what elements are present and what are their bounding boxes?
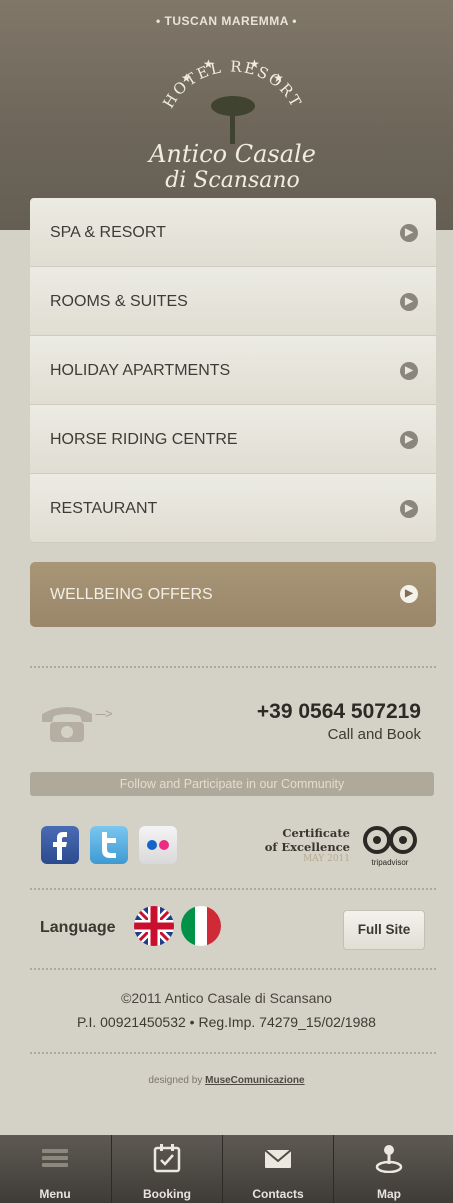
menu-item-horse-riding-centre[interactable]: HORSE RIDING CENTRE ▶ [30, 405, 436, 474]
mobile-page: • TUSCAN MAREMMA • HOTEL RESORT ★ ★ ★ ★ [0, 0, 453, 1203]
designer-link[interactable]: MuseComunicazione [205, 1075, 304, 1086]
divider [30, 968, 436, 970]
svg-text:★: ★ [249, 57, 260, 71]
tab-contacts[interactable]: Contacts [222, 1135, 333, 1203]
svg-text:★: ★ [203, 57, 214, 71]
italy-flag-button[interactable] [181, 906, 221, 946]
menu-item-label: SPA & RESORT [50, 224, 166, 241]
designer-credit: designed by MuseComunicazione [0, 1075, 453, 1086]
hotel-logo[interactable]: HOTEL RESORT ★ ★ ★ ★ Antico Casale di Sc… [145, 48, 320, 193]
tagline: • TUSCAN MAREMMA • [156, 14, 297, 28]
certificate-date: MAY 2011 [302, 854, 350, 864]
certificate-line1: Certificate [282, 826, 350, 840]
menu-item-label: ROOMS & SUITES [50, 293, 188, 310]
twitter-button[interactable] [90, 826, 128, 864]
community-banner: Follow and Participate in our Community [30, 772, 434, 796]
phone-arrow: ---> [95, 706, 113, 721]
tab-label: Menu [39, 1187, 71, 1201]
tab-menu[interactable]: Menu [0, 1135, 110, 1203]
divider [30, 1052, 436, 1054]
call-and-book-label[interactable]: Call and Book [328, 726, 421, 743]
certificate-line2: of Excellence [264, 840, 350, 854]
designed-by-label: designed by [148, 1075, 203, 1086]
chevron-right-icon: ▶ [400, 362, 418, 380]
copyright: ©2011 Antico Casale di Scansano [121, 990, 332, 1006]
flickr-icon [147, 840, 169, 850]
envelope-icon [264, 1149, 292, 1168]
divider [30, 666, 436, 668]
menu-item-label: HOLIDAY APARTMENTS [50, 362, 231, 379]
logo-name-line2: di Scansano [165, 168, 300, 193]
svg-text:★: ★ [181, 71, 192, 85]
chevron-right-icon: ▶ [400, 224, 418, 242]
tripadvisor-owl-icon[interactable]: tripadvisor [358, 822, 422, 868]
tab-label: Booking [143, 1187, 191, 1201]
main-menu: SPA & RESORT ▶ ROOMS & SUITES ▶ HOLIDAY … [30, 198, 436, 543]
tab-label: Contacts [252, 1187, 304, 1201]
menu-item-label: HORSE RIDING CENTRE [50, 431, 238, 448]
menu-item-holiday-apartments[interactable]: HOLIDAY APARTMENTS ▶ [30, 336, 436, 405]
logo-emblem-icon: HOTEL RESORT ★ ★ ★ ★ [159, 57, 304, 144]
map-pin-icon [375, 1145, 403, 1173]
italy-flag-icon [181, 906, 221, 946]
menu-item-spa-resort[interactable]: SPA & RESORT ▶ [30, 198, 436, 267]
full-site-button[interactable]: Full Site [343, 910, 425, 950]
certificate-of-excellence: Certificate of Excellence MAY 2011 [240, 826, 350, 864]
facebook-icon [53, 832, 67, 860]
tripadvisor-label: tripadvisor [372, 858, 409, 867]
bottom-tab-bar: Menu Booking Contacts Map [0, 1135, 453, 1203]
chevron-right-icon: ▶ [400, 585, 418, 603]
phone-number[interactable]: +39 0564 507219 [257, 700, 421, 724]
calendar-icon [153, 1144, 181, 1173]
wellbeing-offers-button[interactable]: WELLBEING OFFERS ▶ [30, 562, 436, 627]
uk-flag-icon [134, 906, 174, 946]
menu-icon [42, 1149, 68, 1167]
chevron-right-icon: ▶ [400, 431, 418, 449]
telephone-icon[interactable] [38, 700, 96, 744]
registration-info: P.I. 00921450532 • Reg.Imp. 74279_15/02/… [77, 1014, 376, 1030]
chevron-right-icon: ▶ [400, 500, 418, 518]
logo-name-line1: Antico Casale [149, 140, 316, 168]
twitter-icon [102, 832, 116, 858]
facebook-button[interactable] [41, 826, 79, 864]
language-label: Language [40, 919, 116, 936]
tab-map[interactable]: Map [333, 1135, 444, 1203]
menu-item-label: RESTAURANT [50, 500, 158, 517]
uk-flag-button[interactable] [134, 906, 174, 946]
flickr-button[interactable] [139, 826, 177, 864]
offers-label: WELLBEING OFFERS [50, 586, 213, 603]
menu-item-restaurant[interactable]: RESTAURANT ▶ [30, 474, 436, 543]
tab-booking[interactable]: Booking [111, 1135, 222, 1203]
tab-label: Map [377, 1187, 401, 1201]
svg-text:★: ★ [273, 71, 284, 85]
menu-item-rooms-suites[interactable]: ROOMS & SUITES ▶ [30, 267, 436, 336]
divider [30, 888, 436, 890]
chevron-right-icon: ▶ [400, 293, 418, 311]
header: • TUSCAN MAREMMA • HOTEL RESORT ★ ★ ★ ★ [0, 0, 453, 230]
